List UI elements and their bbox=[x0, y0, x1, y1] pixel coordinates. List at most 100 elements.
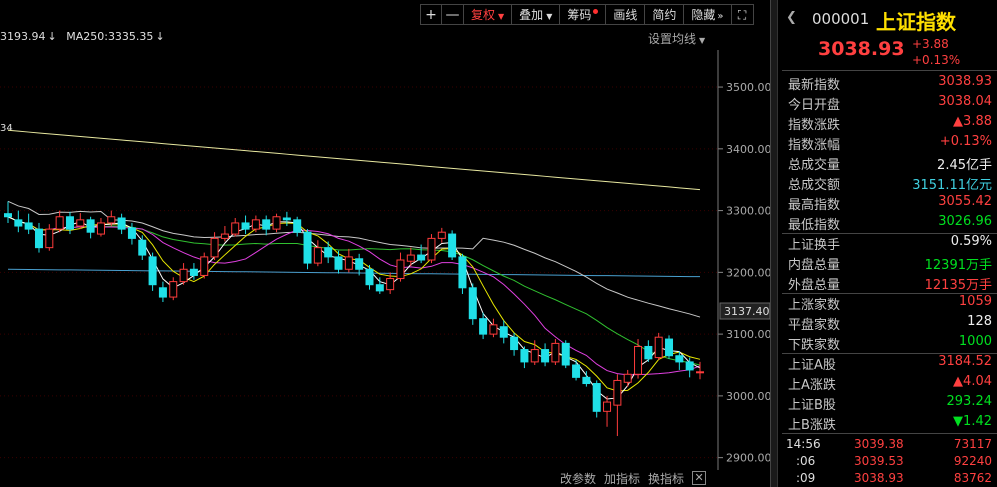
ma120-line bbox=[7, 268, 701, 278]
ma-legend: 3193.94 ↓ MA250:3335.35 ↓ bbox=[0, 30, 171, 43]
stat-label: 上涨家数 bbox=[788, 298, 841, 313]
kline-chart[interactable]: 3500.00 3400.00 3300.00 3200.00 3100.00 3000.… bbox=[0, 50, 770, 470]
candle-body bbox=[272, 216, 281, 230]
stat-row: 指数涨跌 ▲3.88 bbox=[788, 114, 994, 134]
ma250-line bbox=[7, 129, 701, 191]
stat-value: 293.24 bbox=[946, 394, 993, 409]
chips-button[interactable]: 筹码 bbox=[560, 4, 607, 25]
candle-body bbox=[76, 219, 85, 227]
y-tick-label: 2900.00 bbox=[726, 452, 770, 465]
stat-label: 指数涨跌 bbox=[788, 118, 841, 133]
stat-value: 1059 bbox=[958, 294, 992, 309]
change-percent: +0.13% bbox=[912, 53, 961, 67]
tick-price: 3039.53 bbox=[854, 454, 904, 468]
stat-label: 指数涨幅 bbox=[788, 138, 841, 153]
adjust-button[interactable]: 复权 ▼ bbox=[464, 4, 513, 25]
collapse-icon[interactable]: ❮ bbox=[786, 10, 797, 25]
stat-label: 最低指数 bbox=[788, 218, 841, 233]
stat-value: 3055.42 bbox=[938, 194, 992, 209]
candle-body bbox=[241, 222, 250, 230]
stat-row: 总成交额 3151.11亿元 bbox=[788, 174, 994, 194]
draw-line-button[interactable]: 画线 bbox=[606, 4, 646, 25]
close-icon[interactable]: ✕ bbox=[692, 471, 707, 485]
overlay-button[interactable]: 叠加 ▼ bbox=[512, 4, 561, 25]
candle-body bbox=[613, 379, 622, 406]
stat-value: 12135万手 bbox=[924, 278, 992, 293]
price-change: +3.88 +0.13% bbox=[912, 36, 960, 68]
candle-body bbox=[520, 349, 529, 363]
stat-row: 上B涨跌 ▼1.42 bbox=[788, 414, 994, 434]
tick-row: :06 3039.53 92240 bbox=[786, 454, 996, 470]
stat-label: 最新指数 bbox=[788, 78, 841, 93]
candle-body bbox=[24, 222, 33, 230]
candle-body bbox=[4, 213, 12, 218]
candle-body bbox=[582, 376, 591, 385]
zoom-out-button[interactable]: — bbox=[442, 4, 464, 25]
candle-body bbox=[14, 219, 23, 227]
stat-label: 内盘总量 bbox=[788, 258, 841, 273]
stat-label: 最高指数 bbox=[788, 198, 841, 213]
candle-body bbox=[499, 326, 508, 338]
stat-row: 上A涨跌 ▲4.04 bbox=[788, 374, 994, 394]
candle-body bbox=[355, 258, 364, 270]
hide-label: 隐藏 bbox=[691, 8, 716, 22]
stat-value: 12391万手 bbox=[924, 258, 992, 273]
stat-value: 3038.93 bbox=[938, 74, 992, 89]
current-price-label: 3137.40 bbox=[724, 305, 770, 318]
panel-splitter[interactable] bbox=[770, 0, 778, 487]
candle-body bbox=[86, 219, 95, 233]
candle-body bbox=[282, 217, 291, 221]
stat-value: 1000 bbox=[958, 334, 992, 349]
stat-row: 上证换手 0.59% bbox=[788, 234, 994, 254]
stat-value: 128 bbox=[967, 314, 992, 329]
candle-body bbox=[169, 281, 178, 298]
candle-body bbox=[334, 256, 343, 270]
candle-body bbox=[148, 256, 157, 286]
candle-body bbox=[365, 268, 374, 286]
simple-button[interactable]: 简约 bbox=[645, 4, 685, 25]
switch-indicator-button[interactable]: 换指标 bbox=[648, 470, 684, 487]
candle-body bbox=[303, 231, 312, 264]
caret-down-icon: ▼ bbox=[699, 36, 706, 45]
candle-body bbox=[417, 254, 426, 261]
adjust-label: 复权 bbox=[471, 8, 496, 22]
stat-value: 3038.04 bbox=[938, 94, 992, 109]
y-tick-label: 3100.00 bbox=[726, 328, 770, 341]
hide-button[interactable]: 隐藏» bbox=[684, 4, 732, 25]
tick-time: :09 bbox=[796, 471, 816, 485]
divider bbox=[782, 70, 997, 71]
candle-body bbox=[396, 259, 405, 280]
candle-body bbox=[561, 342, 570, 366]
ma-settings-button[interactable]: 设置均线 ▼ bbox=[648, 30, 705, 47]
ma250-label: MA250: bbox=[66, 30, 108, 43]
candle-body bbox=[344, 256, 353, 270]
candle-body bbox=[313, 247, 322, 264]
stat-value: 0.59% bbox=[950, 234, 992, 249]
stat-row: 最高指数 3055.42 bbox=[788, 194, 994, 214]
stat-row: 下跌家数 1000 bbox=[788, 334, 994, 354]
candle-body bbox=[138, 239, 147, 256]
stat-label: 总成交额 bbox=[788, 178, 841, 193]
divider bbox=[782, 433, 997, 434]
stat-label: 上B涨跌 bbox=[788, 418, 836, 433]
add-indicator-button[interactable]: 加指标 bbox=[604, 470, 640, 487]
candle-body bbox=[127, 227, 136, 239]
zoom-in-button[interactable]: + bbox=[420, 4, 442, 25]
y-tick-label: 3500.00 bbox=[726, 81, 770, 94]
stat-label: 上证换手 bbox=[788, 238, 841, 253]
tick-time: 14:56 bbox=[786, 437, 821, 451]
candle-body bbox=[251, 219, 260, 230]
stat-row: 指数涨幅 +0.13% bbox=[788, 134, 994, 154]
candle-body bbox=[324, 247, 333, 258]
candle-body bbox=[634, 345, 643, 375]
stat-value: ▲4.04 bbox=[953, 374, 992, 389]
tick-volume: 83762 bbox=[953, 471, 992, 485]
fullscreen-button[interactable]: ⛶ bbox=[731, 4, 754, 25]
candle-body bbox=[685, 361, 694, 371]
tick-time: :06 bbox=[796, 454, 816, 468]
stat-row: 最低指数 3026.96 bbox=[788, 214, 994, 234]
change-params-button[interactable]: 改参数 bbox=[560, 470, 596, 487]
stat-label: 今日开盘 bbox=[788, 98, 841, 113]
candle-body bbox=[623, 373, 632, 383]
stat-value: ▼1.42 bbox=[953, 414, 992, 429]
